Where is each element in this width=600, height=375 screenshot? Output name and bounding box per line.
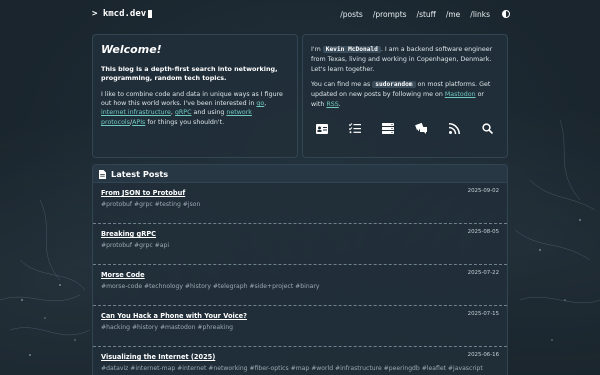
post-tags[interactable]: #protobuf #grpc #api	[101, 241, 499, 250]
about-card: I'm Kevin McDonald. I am a backend softw…	[302, 34, 508, 158]
rss-icon[interactable]	[448, 122, 462, 136]
post-item: Breaking gRPC 2025-08-05 #protobuf #grpc…	[93, 224, 507, 265]
welcome-lead: This blog is a depth-first search into n…	[101, 65, 278, 83]
link-grpc[interactable]: gRPC	[175, 109, 192, 116]
post-date: 2025-07-22	[467, 270, 499, 276]
nav-stuff[interactable]: /stuff	[417, 10, 436, 19]
post-tags[interactable]: #dataviz #internet-map #internet #networ…	[101, 364, 499, 373]
chat-icon[interactable]	[415, 122, 429, 136]
name-chip: Kevin McDonald	[322, 46, 381, 53]
welcome-title: Welcome!	[101, 43, 162, 56]
about-social: You can find me as sudorandom on most pl…	[311, 81, 491, 108]
nav-links[interactable]: /links	[470, 10, 490, 19]
welcome-body: I like to combine code and data in uniqu…	[101, 90, 283, 126]
post-date: 2025-06-16	[467, 352, 499, 358]
site-logo[interactable]: > kmcd.dev	[92, 9, 153, 19]
post-tags[interactable]: #morse-code #technology #history #telegr…	[101, 282, 499, 291]
server-icon[interactable]	[381, 122, 395, 136]
latest-posts: Latest Posts From JSON to Protobuf 2025-…	[92, 164, 508, 375]
link-rss[interactable]: RSS	[326, 101, 338, 108]
post-item: From JSON to Protobuf 2025-09-02 #protob…	[93, 183, 507, 224]
welcome-card: Welcome! This blog is a depth-first sear…	[92, 34, 298, 158]
post-title-link[interactable]: From JSON to Protobuf	[101, 189, 499, 197]
handle-chip: sudorandom	[372, 81, 416, 89]
post-date: 2025-07-15	[467, 311, 499, 317]
post-item: Visualizing the Internet (2025) 2025-06-…	[93, 347, 507, 375]
post-title-link[interactable]: Breaking gRPC	[101, 230, 499, 238]
cursor-block	[148, 10, 153, 18]
post-tags[interactable]: #hacking #history #mastodon #phreaking	[101, 323, 499, 332]
about-intro: I'm Kevin McDonald. I am a backend softw…	[311, 46, 493, 73]
post-item: Morse Code 2025-07-22 #morse-code #techn…	[93, 265, 507, 306]
link-apis[interactable]: APIs	[132, 119, 145, 126]
icon-row	[311, 116, 499, 136]
id-card-icon[interactable]	[315, 122, 329, 136]
latest-posts-title: Latest Posts	[111, 168, 169, 179]
tasks-icon[interactable]	[348, 122, 362, 136]
post-item: Can You Hack a Phone with Your Voice? 20…	[93, 306, 507, 347]
document-icon	[99, 164, 106, 183]
post-date: 2025-09-02	[467, 188, 499, 194]
post-title-link[interactable]: Can You Hack a Phone with Your Voice?	[101, 312, 499, 320]
link-mastodon[interactable]: Mastodon	[445, 91, 476, 98]
post-tags[interactable]: #protobuf #grpc #testing #json	[101, 200, 499, 209]
search-icon[interactable]	[481, 122, 495, 136]
nav-me[interactable]: /me	[446, 10, 460, 19]
post-title-link[interactable]: Visualizing the Internet (2025)	[101, 353, 499, 361]
post-date: 2025-08-05	[467, 229, 499, 235]
latest-posts-header: Latest Posts	[93, 165, 507, 183]
nav-posts[interactable]: /posts	[340, 10, 363, 19]
nav-prompts[interactable]: /prompts	[373, 10, 407, 19]
link-internet-infrastructure[interactable]: internet infrastructure	[101, 109, 171, 116]
post-title-link[interactable]: Morse Code	[101, 271, 499, 279]
site-header: > kmcd.dev /posts /prompts /stuff /me /l…	[92, 6, 510, 22]
main-nav: /posts /prompts /stuff /me /links	[340, 10, 510, 19]
theme-toggle-icon[interactable]	[502, 10, 510, 18]
